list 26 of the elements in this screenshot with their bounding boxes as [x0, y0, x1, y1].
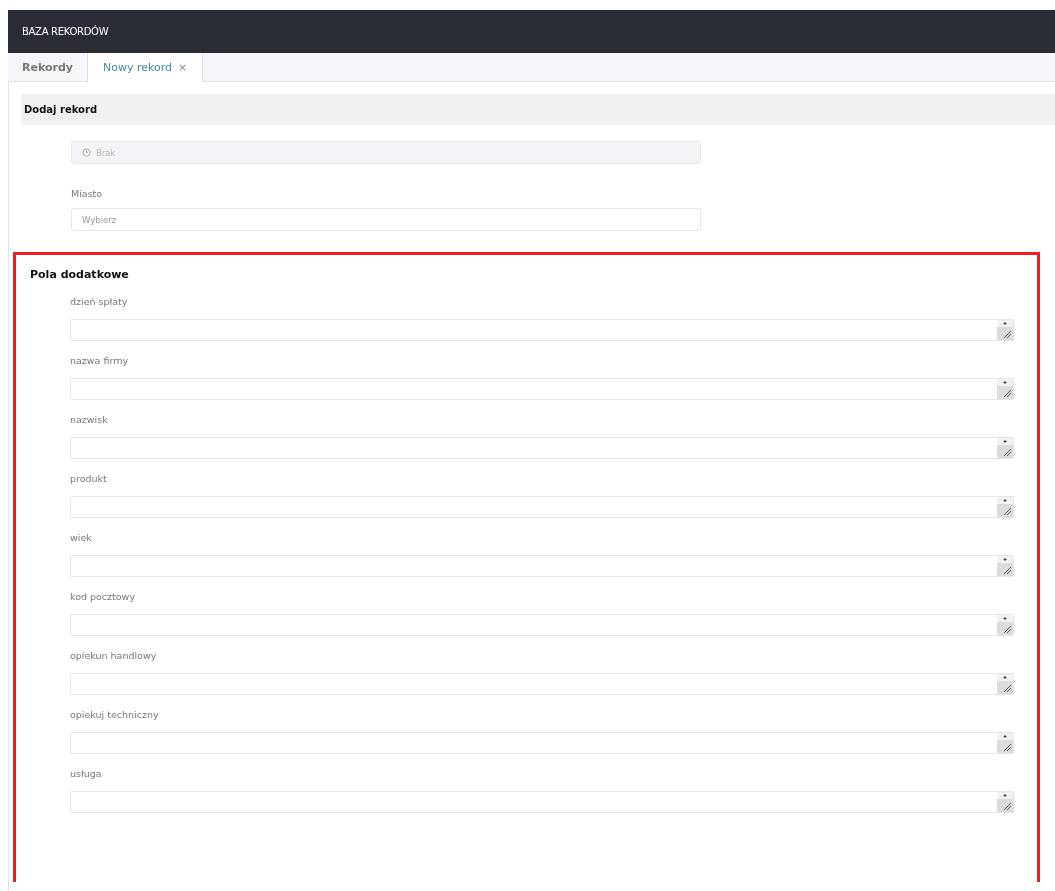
clock-icon — [82, 148, 91, 157]
close-icon[interactable]: × — [178, 61, 188, 74]
field-label: Miasto — [71, 188, 104, 199]
resize-grip-icon[interactable] — [997, 792, 1013, 812]
field-label: opiekun handlowy — [70, 650, 158, 661]
app-title: BAZA REKORDÓW — [22, 26, 109, 37]
field-label: usługa — [70, 768, 103, 779]
field-label: nazwisk — [70, 414, 109, 425]
field-label: nazwa firmy — [70, 355, 130, 366]
resize-grip-icon[interactable] — [997, 438, 1013, 458]
field-label: kod pocztowy — [70, 591, 136, 602]
field-label: opiekuj techniczny — [70, 709, 160, 720]
resize-grip-icon[interactable] — [997, 556, 1013, 576]
resize-grip-icon[interactable] — [997, 379, 1013, 399]
tab[interactable]: Nowy rekord × — [88, 53, 204, 82]
field-label: produkt — [70, 473, 108, 484]
resize-grip-icon[interactable] — [997, 320, 1013, 340]
resize-grip-icon[interactable] — [997, 674, 1013, 694]
resize-grip-icon[interactable] — [997, 497, 1013, 517]
resize-grip-icon[interactable] — [997, 615, 1013, 635]
section-title: Pola dodatkowe — [30, 268, 129, 281]
field-label: dzień spłaty — [70, 296, 129, 307]
field-label: wiek — [70, 532, 93, 543]
resize-grip-icon[interactable] — [997, 733, 1013, 753]
form-title: Dodaj rekord — [24, 104, 98, 115]
select-field[interactable]: Wybierz — [71, 208, 701, 231]
